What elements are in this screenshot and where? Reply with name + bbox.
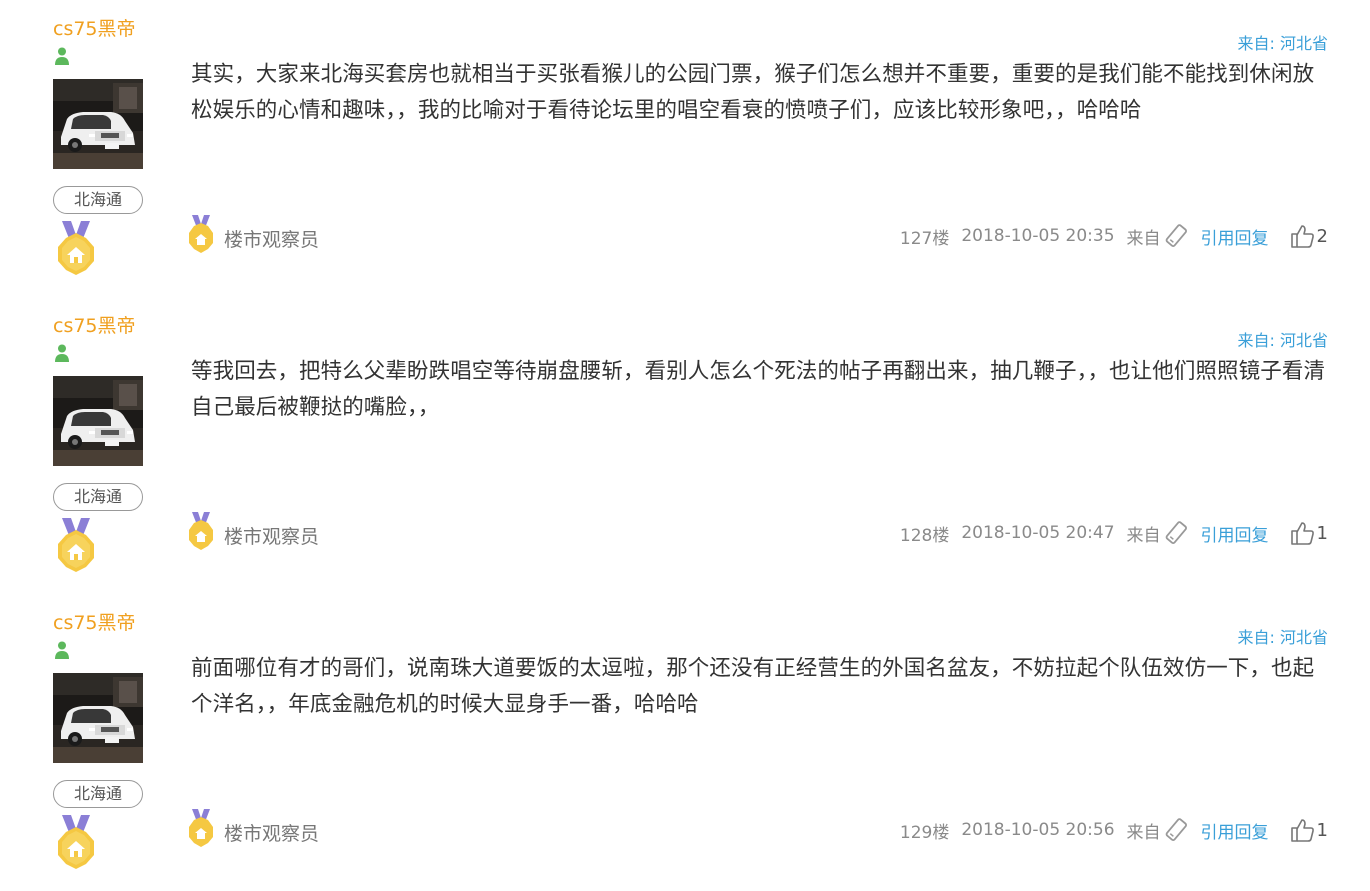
phone-icon [1165, 818, 1187, 841]
avatar[interactable] [53, 376, 143, 466]
quote-reply-button[interactable]: 引用回复 [1201, 521, 1269, 546]
username-link[interactable]: cs75黑帝 [53, 17, 136, 41]
like-count: 1 [1316, 819, 1328, 841]
like-count: 2 [1316, 225, 1328, 247]
post-content: 其实，大家来北海买套房也就相当于买张看猴儿的公园门票，猴子们怎么想并不重要，重要… [191, 62, 1315, 123]
source-label: 来自 [1126, 525, 1161, 546]
reply-post: cs75黑帝 北海通 [0, 0, 1370, 297]
avatar-image [53, 673, 143, 763]
house-medal-icon [189, 512, 213, 550]
post-location: 来自: 河北省 [1237, 331, 1328, 350]
floor-number: 127楼 [899, 228, 950, 249]
username-link[interactable]: cs75黑帝 [53, 314, 136, 338]
avatar-image [53, 79, 143, 169]
post-content: 前面哪位有才的哥们，说南珠大道要饭的太逗啦，那个还没有正经营生的外国名盆友，不妨… [191, 656, 1315, 717]
avatar[interactable] [53, 673, 143, 763]
thumbs-up-icon[interactable] [1289, 520, 1315, 546]
user-icon [55, 641, 69, 659]
user-group-badge: 北海通 [53, 483, 143, 511]
post-meta: 129楼 2018-10-05 20:56 来自 引用回复 1 [900, 816, 1328, 844]
user-title: 楼市观察员 [224, 526, 320, 548]
like-count: 1 [1316, 522, 1328, 544]
source-label: 来自 [1126, 228, 1161, 249]
floor-number: 129楼 [899, 822, 950, 843]
phone-icon [1165, 224, 1187, 247]
house-medal-icon [189, 215, 213, 253]
post-meta: 127楼 2018-10-05 20:35 来自 引用回复 2 [900, 222, 1328, 250]
house-medal-icon[interactable] [53, 518, 99, 574]
post-time: 2018-10-05 20:56 [961, 820, 1115, 840]
username-link[interactable]: cs75黑帝 [53, 611, 136, 635]
user-group-badge: 北海通 [53, 186, 143, 214]
house-medal-icon[interactable] [53, 221, 99, 277]
quote-reply-button[interactable]: 引用回复 [1201, 818, 1269, 843]
avatar[interactable] [53, 79, 143, 169]
post-meta: 128楼 2018-10-05 20:47 来自 引用回复 1 [900, 519, 1328, 547]
floor-number: 128楼 [899, 525, 950, 546]
thumbs-up-icon[interactable] [1289, 223, 1315, 249]
post-content: 等我回去，把特么父辈盼跌唱空等待崩盘腰斩，看别人怎么个死法的帖子再翻出来，抽几鞭… [191, 359, 1326, 420]
post-time: 2018-10-05 20:47 [961, 523, 1115, 543]
avatar-image [53, 376, 143, 466]
reply-post: cs75黑帝 北海通 [0, 297, 1370, 594]
phone-icon [1165, 521, 1187, 544]
user-icon [55, 47, 69, 65]
post-location: 来自: 河北省 [1237, 628, 1328, 647]
user-title: 楼市观察员 [224, 823, 320, 845]
source-label: 来自 [1126, 822, 1161, 843]
house-medal-icon[interactable] [53, 815, 99, 871]
house-medal-icon [189, 809, 213, 847]
post-time: 2018-10-05 20:35 [961, 226, 1115, 246]
user-icon [55, 344, 69, 362]
quote-reply-button[interactable]: 引用回复 [1201, 224, 1269, 249]
user-group-badge: 北海通 [53, 780, 143, 808]
user-title: 楼市观察员 [224, 229, 320, 251]
thumbs-up-icon[interactable] [1289, 817, 1315, 843]
reply-post: cs75黑帝 北海通 [0, 594, 1370, 891]
post-location: 来自: 河北省 [1237, 34, 1328, 53]
